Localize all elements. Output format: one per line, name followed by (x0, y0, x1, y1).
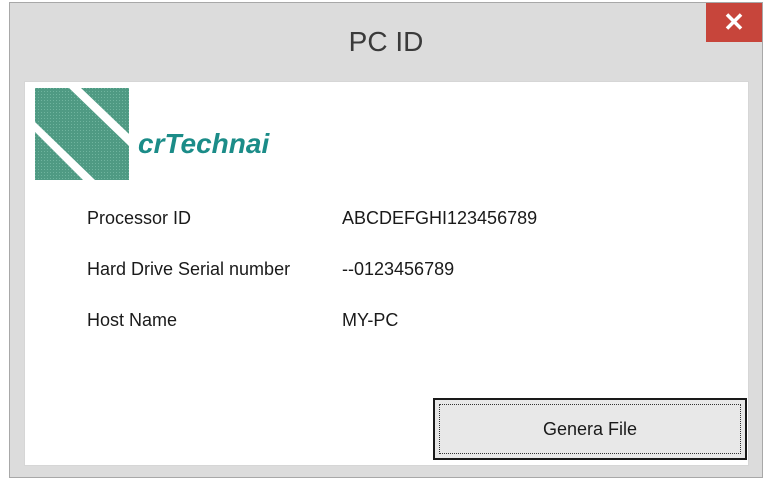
window-title: PC ID (348, 26, 424, 57)
hard-drive-serial-value: --0123456789 (342, 259, 455, 279)
processor-id-label: Processor ID (87, 208, 192, 228)
host-name-value: MY-PC (342, 310, 399, 330)
genera-file-label: Genera File (542, 418, 638, 439)
logo-text: crTechnai (138, 128, 270, 159)
host-name-label: Host Name (87, 310, 178, 330)
pc-id-dialog: PC ID ✕ crTechnai Processor ID ABCDEFGHI… (9, 2, 763, 478)
hard-drive-serial-label: Hard Drive Serial number (87, 259, 291, 279)
dialog-content: crTechnai Processor ID ABCDEFGHI12345678… (24, 81, 749, 466)
genera-file-button[interactable]: Genera File (433, 398, 747, 460)
close-button[interactable]: ✕ (706, 3, 762, 42)
processor-id-value: ABCDEFGHI123456789 (342, 208, 538, 228)
crtechnai-logo-icon (35, 88, 129, 180)
title-bar[interactable]: PC ID ✕ (10, 3, 762, 83)
close-icon: ✕ (723, 7, 745, 37)
